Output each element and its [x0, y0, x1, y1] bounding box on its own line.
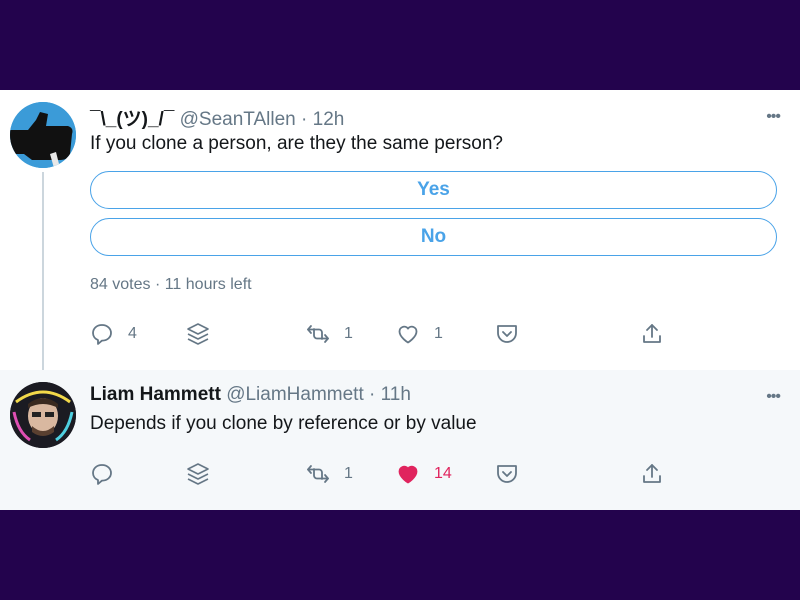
tweet-sean[interactable]: ¯\_(ツ)_/¯ @SeanTAllen · 12h ••• If you c… [0, 90, 800, 372]
tweet-text: If you clone a person, are they the same… [90, 133, 503, 154]
share-button[interactable] [640, 319, 664, 349]
tweet-text: Depends if you clone by reference or by … [90, 413, 477, 434]
poll-separator: · [154, 276, 161, 293]
avatar-liam[interactable] [10, 382, 76, 448]
poll-meta: 84 votes · 11 hours left [90, 276, 252, 294]
poll-option-no[interactable]: No [90, 218, 777, 256]
tweet-liam[interactable]: Liam Hammett @LiamHammett · 11h ••• Depe… [0, 370, 800, 510]
user-handle[interactable]: @LiamHammett [226, 384, 364, 405]
tweet-actions: 4 1 1 [90, 319, 690, 349]
share-button[interactable] [640, 459, 664, 489]
retweet-count: 1 [344, 325, 353, 342]
layers-button[interactable] [186, 319, 210, 349]
share-icon [643, 324, 661, 343]
layers-icon [187, 323, 209, 345]
pocket-button[interactable] [495, 319, 519, 349]
reply-count: 4 [128, 325, 137, 342]
like-count: 1 [434, 325, 443, 342]
retweet-count: 1 [344, 465, 353, 482]
retweet-button[interactable]: 1 [306, 459, 353, 489]
display-name[interactable]: ¯\_(ツ)_/¯ [90, 109, 174, 130]
thumbs-up-avatar-image [10, 102, 76, 168]
tweet-time[interactable]: 11h [381, 384, 411, 405]
like-count: 14 [434, 465, 452, 482]
tweet-actions: 1 14 [90, 459, 690, 489]
thread-connector [42, 172, 44, 372]
pocket-icon [497, 465, 517, 483]
share-icon [643, 464, 661, 483]
header-separator: · [369, 384, 376, 405]
more-options-icon[interactable]: ••• [766, 388, 781, 406]
layers-icon [187, 463, 209, 485]
reply-button[interactable] [90, 459, 114, 489]
portrait-avatar-image [10, 382, 76, 448]
tweet-header: ¯\_(ツ)_/¯ @SeanTAllen · 12h [90, 104, 344, 131]
reply-icon [92, 324, 112, 345]
pocket-button[interactable] [495, 459, 519, 489]
user-handle[interactable]: @SeanTAllen [180, 109, 296, 130]
poll-time-left: 11 hours left [164, 276, 252, 293]
tweet-thread: ¯\_(ツ)_/¯ @SeanTAllen · 12h ••• If you c… [0, 90, 800, 510]
layers-button[interactable] [186, 459, 210, 489]
more-options-icon[interactable]: ••• [766, 108, 781, 126]
tweet-time[interactable]: 12h [313, 109, 345, 130]
poll-votes: 84 votes [90, 276, 151, 293]
like-button[interactable]: 1 [396, 319, 443, 349]
retweet-button[interactable]: 1 [306, 319, 353, 349]
pocket-icon [497, 325, 517, 343]
reply-icon [92, 464, 112, 485]
heart-icon [398, 325, 418, 344]
reply-button[interactable]: 4 [90, 319, 137, 349]
header-separator: · [301, 109, 308, 130]
retweet-icon [307, 325, 329, 343]
tweet-header: Liam Hammett @LiamHammett · 11h [90, 384, 411, 406]
avatar-sean[interactable] [10, 102, 76, 168]
display-name[interactable]: Liam Hammett [90, 384, 221, 405]
heart-icon [398, 465, 418, 484]
like-button[interactable]: 14 [396, 459, 452, 489]
retweet-icon [307, 465, 329, 483]
poll-option-yes[interactable]: Yes [90, 171, 777, 209]
